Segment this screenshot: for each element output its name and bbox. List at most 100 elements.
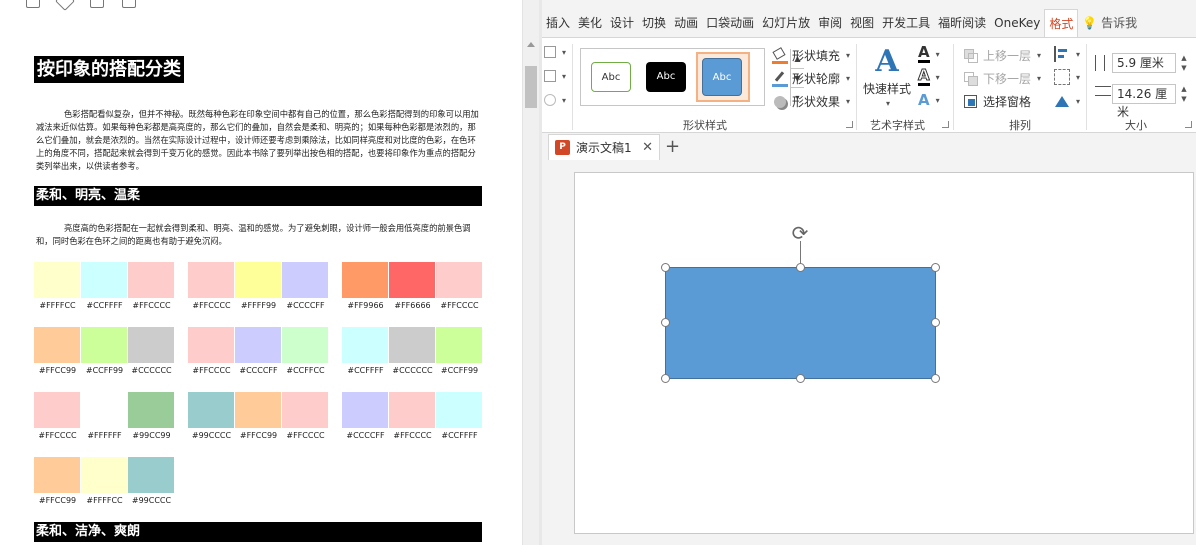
color-swatch: #FFCCCC	[436, 262, 483, 310]
swatch-group: #FFCCCC #FFFFFF #99CC99	[34, 392, 175, 440]
swatch-hex-label: #FFFFCC	[86, 496, 123, 505]
swatch-hex-label: #FFCCCC	[192, 366, 231, 375]
swatch-color-box	[282, 392, 328, 428]
intro-paragraph: 色彩搭配看似复杂，但并不神秘。既然每种色彩在印象空间中都有自己的位置，那么色彩搭…	[36, 109, 479, 171]
align-button[interactable]: ▾	[1054, 46, 1080, 62]
resize-handle-top-left[interactable]	[661, 263, 670, 272]
style-thumb-outline[interactable]: Abc	[591, 62, 631, 92]
shape-outline-button[interactable]: 形状轮廓 ▾	[772, 70, 850, 87]
text-fill-button[interactable]: A ▾	[918, 45, 940, 63]
tab-animations[interactable]: 动画	[670, 9, 702, 37]
doc-toolbar	[26, 0, 136, 11]
swatch-group: #FFCCCC #CCCCFF #CCFFCC	[188, 327, 329, 375]
bring-forward-icon	[963, 48, 979, 64]
width-spinner[interactable]: ▲ ▼	[1178, 84, 1190, 104]
copy-icon[interactable]	[90, 0, 104, 8]
size-launcher-icon[interactable]	[1185, 121, 1192, 128]
slide-editor: ⟳	[542, 160, 1196, 545]
shape-style-gallery[interactable]: Abc Abc Abc ▲ ▼ ▾	[580, 48, 804, 106]
swatch-group: #FFCC99 #FFFFCC #99CCCC	[34, 457, 175, 505]
tab-view[interactable]: 视图	[846, 9, 878, 37]
resize-handle-bottom[interactable]	[796, 374, 805, 383]
resize-handle-bottom-left[interactable]	[661, 374, 670, 383]
tell-me-box[interactable]: 💡 告诉我	[1078, 9, 1141, 37]
text-effects-button[interactable]: A ▾	[918, 92, 940, 108]
section-heading-soft-clean: 柔和、洁净、爽朗	[34, 522, 482, 542]
selection-pane-button[interactable]: 选择窗格	[963, 93, 1031, 110]
shape-effects-button[interactable]: 形状效果 ▾	[772, 93, 850, 110]
shape-styles-launcher-icon[interactable]	[846, 121, 853, 128]
resize-handle-bottom-right[interactable]	[931, 374, 940, 383]
swatch-color-box	[128, 392, 174, 428]
color-swatch: #FFFF99	[235, 262, 282, 310]
resize-handle-left[interactable]	[661, 318, 670, 327]
swatch-color-box	[34, 327, 80, 363]
blue-rectangle-shape[interactable]	[665, 267, 936, 379]
tab-design[interactable]: 设计	[606, 9, 638, 37]
height-icon	[1095, 55, 1105, 71]
tag-icon[interactable]	[55, 0, 75, 11]
new-tab-icon[interactable]: +	[665, 136, 680, 157]
swatch-hex-label: #CCFFFF	[347, 366, 384, 375]
color-swatch: #FFCC99	[235, 392, 282, 440]
powerpoint-window: 插入 美化 设计 切换 动画 口袋动画 幻灯片放 审阅 视图 开发工具 福昕阅读…	[542, 0, 1196, 545]
group-objects-button[interactable]: ▾	[1054, 69, 1080, 85]
tab-developer[interactable]: 开发工具	[878, 9, 934, 37]
color-swatch: #CCCCFF	[342, 392, 389, 440]
tab-insert[interactable]: 插入	[542, 9, 574, 37]
shape-fill-button[interactable]: 形状填充 ▾	[772, 46, 850, 64]
style-thumb-blue[interactable]: Abc	[702, 58, 742, 96]
resize-handle-right[interactable]	[931, 318, 940, 327]
resize-handle-top-right[interactable]	[931, 263, 940, 272]
delete-icon[interactable]	[122, 0, 136, 8]
color-swatch: #CCFFFF	[342, 327, 389, 375]
swatch-color-box	[342, 327, 388, 363]
scroll-up-arrow-icon[interactable]	[527, 42, 535, 47]
close-tab-icon[interactable]: ✕	[642, 140, 653, 155]
tab-slideshow[interactable]: 幻灯片放	[758, 9, 814, 37]
swatch-color-box	[128, 262, 174, 298]
color-swatch: #CCCCFF	[282, 262, 329, 310]
quick-styles-button[interactable]: A 快速样式 ▾	[863, 44, 911, 109]
height-spinner[interactable]: ▲ ▼	[1178, 53, 1190, 73]
edit-shape-icon[interactable]: ▾	[544, 46, 566, 58]
shape-height-input[interactable]: 5.9 厘米	[1112, 53, 1176, 73]
color-swatch: #CCFF99	[81, 327, 128, 375]
swatch-hex-label: #99CC99	[132, 431, 171, 440]
merge-shapes-icon[interactable]: ▾	[544, 94, 566, 106]
swatch-hex-label: #FFCCCC	[393, 431, 432, 440]
tab-format[interactable]: 格式	[1044, 9, 1079, 37]
rotate-handle-icon[interactable]: ⟳	[788, 221, 812, 245]
tab-transitions[interactable]: 切换	[638, 9, 670, 37]
document-tab[interactable]: P 演示文稿1 ✕	[548, 134, 660, 160]
color-swatch: #FFCCCC	[128, 262, 175, 310]
wordart-launcher-icon[interactable]	[942, 121, 949, 128]
tab-onekey[interactable]: OneKey	[990, 9, 1044, 37]
bring-forward-button[interactable]: 上移一层 ▾	[963, 47, 1041, 64]
tab-pocket-animation[interactable]: 口袋动画	[702, 9, 758, 37]
rotate-button[interactable]: ▾	[1054, 93, 1080, 109]
scroll-thumb[interactable]	[525, 66, 537, 108]
swatch-group: #FFCCCC #FFFF99 #CCCCFF	[188, 262, 329, 310]
swatch-hex-label: #FFCC99	[38, 496, 77, 505]
swatch-color-box	[342, 262, 388, 298]
swatch-hex-label: #CCCCFF	[286, 301, 325, 310]
slide-canvas[interactable]: ⟳	[574, 172, 1194, 534]
checkbox-icon[interactable]	[26, 0, 40, 8]
tab-beautify[interactable]: 美化	[574, 9, 606, 37]
tab-foxit[interactable]: 福昕阅读	[934, 9, 990, 37]
send-backward-button[interactable]: 下移一层 ▾	[963, 70, 1041, 87]
group-icon	[1054, 69, 1070, 85]
shape-width-input[interactable]: 14.26 厘米	[1112, 84, 1176, 119]
resize-handle-top[interactable]	[796, 263, 805, 272]
doc-scrollbar[interactable]	[522, 0, 539, 545]
wordart-a-icon: A	[875, 44, 899, 79]
swatch-color-box	[389, 392, 435, 428]
swatch-color-box	[188, 262, 234, 298]
tab-review[interactable]: 审阅	[814, 9, 846, 37]
color-swatch: #CCFF99	[436, 327, 483, 375]
swatch-hex-label: #FFCCCC	[286, 431, 325, 440]
text-outline-button[interactable]: A ▾	[918, 67, 940, 86]
style-thumb-dark[interactable]: Abc	[646, 62, 686, 92]
text-box-icon[interactable]: ▾	[544, 70, 566, 82]
